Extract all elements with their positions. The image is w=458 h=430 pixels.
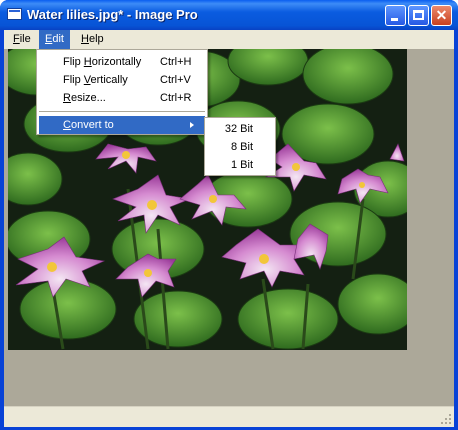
menu-help-key: H (81, 33, 89, 45)
label-pre: Flip (63, 74, 84, 86)
label-key: C (63, 119, 71, 131)
menu-bar: File Edit Help (4, 30, 454, 49)
label-key: V (83, 74, 91, 86)
minimize-icon (391, 18, 398, 21)
menu-file[interactable]: File (7, 30, 37, 49)
menu-file-key: F (13, 33, 20, 45)
shortcut-flip-vertically: Ctrl+V (160, 74, 191, 86)
chevron-right-icon (190, 122, 194, 128)
label-key: R (63, 92, 71, 104)
maximize-button[interactable] (408, 5, 429, 26)
title-bar[interactable]: Water lilies.jpg* - Image Pro ✕ (0, 0, 458, 30)
menu-item-flip-vertically[interactable]: Flip Vertically Ctrl+V (37, 71, 207, 89)
menu-help-rest: elp (88, 33, 104, 45)
convert-to-label: Convert to (63, 116, 114, 134)
label-post: esize... (70, 92, 106, 104)
maximize-icon (413, 10, 424, 20)
label-pre: Flip (63, 56, 84, 68)
menu-file-rest: ile (19, 33, 31, 45)
submenu-8-bit-label: 8 Bit (230, 141, 253, 153)
status-bar (4, 406, 454, 427)
convert-to-submenu: 32 Bit 8 Bit 1 Bit (204, 117, 276, 176)
flip-vertically-label: Flip Vertically (63, 71, 128, 89)
edit-menu-dropdown: Flip Horizontally Ctrl+H Flip Vertically… (36, 49, 208, 135)
submenu-item-8-bit[interactable]: 8 Bit (205, 138, 275, 156)
close-icon: ✕ (435, 7, 448, 23)
menu-edit[interactable]: Edit (39, 30, 70, 49)
resize-grip-icon[interactable] (440, 413, 452, 425)
submenu-1-bit-label: 1 Bit (230, 159, 253, 171)
menu-help[interactable]: Help (75, 30, 110, 49)
shortcut-flip-horizontally: Ctrl+H (160, 56, 192, 68)
window-title: Water lilies.jpg* - Image Pro (27, 7, 198, 22)
label-post: onvert to (70, 119, 114, 131)
menu-separator (39, 111, 205, 112)
label-key: H (83, 56, 92, 68)
shortcut-resize: Ctrl+R (160, 92, 192, 104)
close-button[interactable]: ✕ (431, 5, 452, 26)
resize-label: Resize... (63, 89, 106, 107)
submenu-item-32-bit[interactable]: 32 Bit (205, 120, 275, 138)
flip-horizontally-label: Flip Horizontally (63, 53, 141, 71)
menu-item-convert-to[interactable]: Convert to (39, 116, 205, 134)
minimize-button[interactable] (385, 5, 406, 26)
menu-item-flip-horizontally[interactable]: Flip Horizontally Ctrl+H (37, 53, 207, 71)
submenu-item-1-bit[interactable]: 1 Bit (205, 156, 275, 174)
window-icon[interactable] (7, 8, 22, 20)
label-post: ertically (90, 74, 128, 86)
submenu-32-bit-label: 32 Bit (224, 123, 253, 135)
menu-item-resize[interactable]: Resize... Ctrl+R (37, 89, 207, 107)
label-post: orizontally (91, 56, 142, 68)
menu-edit-rest: dit (52, 33, 64, 45)
